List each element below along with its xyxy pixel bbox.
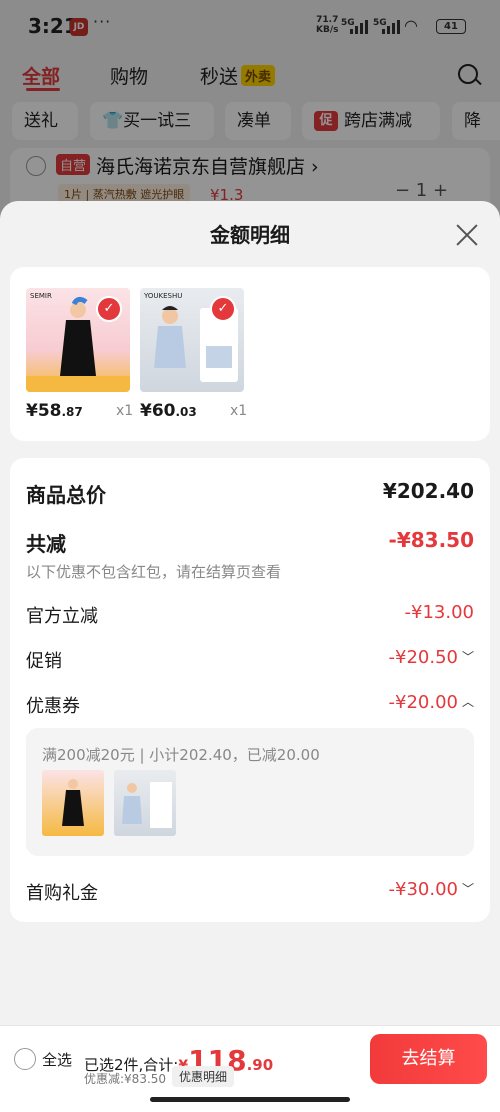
product-qty-1: x1 [116, 403, 134, 419]
chevron-down-icon: ﹀ [461, 650, 474, 664]
reduce-value: -¥83.50 [388, 528, 474, 552]
chevron-up-icon: ︿ [461, 695, 474, 709]
amount-detail-sheet: 金额明细 SEMIR ✓ ¥58.87 x1 YOUKESHU ✓ ¥60.03… [0, 201, 500, 1111]
modal-overlay[interactable] [0, 0, 500, 230]
total-value: ¥202.40 [382, 479, 474, 503]
product-thumbnail-dress[interactable]: SEMIR ✓ [26, 288, 130, 392]
coupon-detail-text: 满200减20元 | 小计202.40，已减20.00 [42, 746, 320, 764]
reduce-label: 共减 [26, 532, 66, 556]
home-indicator[interactable] [150, 1097, 350, 1102]
background-page: 3:21 JD ··· 71.7 KB/s 5G 5G ◠ 41 全部 购物 秒送… [0, 0, 500, 230]
brand-mark: SEMIR [30, 292, 52, 300]
first-buy-label: 首购礼金 [26, 883, 98, 904]
select-all-label[interactable]: 全选 [42, 1049, 72, 1070]
promotion-row[interactable]: -¥20.50 ﹀ [389, 647, 475, 668]
first-buy-row[interactable]: -¥30.00 ﹀ [389, 879, 475, 900]
coupon-detail-box: 满200减20元 | 小计202.40，已减20.00 [26, 728, 474, 856]
brand-mark: YOUKESHU [144, 292, 183, 300]
discount-detail-button[interactable]: 优惠明细 [172, 1066, 235, 1087]
close-icon[interactable] [455, 223, 479, 247]
select-all-checkbox[interactable] [14, 1048, 36, 1070]
product-thumbnail-pajamas[interactable]: YOUKESHU ✓ [140, 288, 244, 392]
total-label: 商品总价 [26, 483, 106, 507]
selected-check-icon[interactable]: ✓ [96, 296, 122, 322]
price-summary-card: 商品总价 ¥202.40 共减 -¥83.50 以下优惠不包含红包，请在结算页查… [10, 458, 490, 922]
reduce-note: 以下优惠不包含红包，请在结算页查看 [26, 563, 282, 581]
official-discount-label: 官方立减 [26, 606, 98, 627]
saved-amount: 优惠减:¥83.50 [84, 1072, 167, 1086]
product-price-2: ¥60.03 [140, 401, 197, 421]
coupon-product-thumbnail-pajamas [114, 770, 176, 836]
official-discount-value: -¥13.00 [404, 602, 474, 623]
product-price-1: ¥58.87 [26, 401, 83, 421]
sheet-title: 金额明细 [210, 223, 290, 247]
checkout-button[interactable]: 去结算 [370, 1034, 487, 1084]
coupon-row[interactable]: -¥20.00 ︿ [389, 692, 475, 713]
coupon-label: 优惠券 [26, 696, 80, 717]
chevron-down-icon: ﹀ [461, 882, 474, 896]
selected-check-icon[interactable]: ✓ [210, 296, 236, 322]
coupon-product-thumbnail-dress [42, 770, 104, 836]
promotion-label: 促销 [26, 651, 62, 672]
product-qty-2: x1 [230, 403, 248, 419]
products-card: SEMIR ✓ ¥58.87 x1 YOUKESHU ✓ ¥60.03 x1 [10, 267, 490, 441]
